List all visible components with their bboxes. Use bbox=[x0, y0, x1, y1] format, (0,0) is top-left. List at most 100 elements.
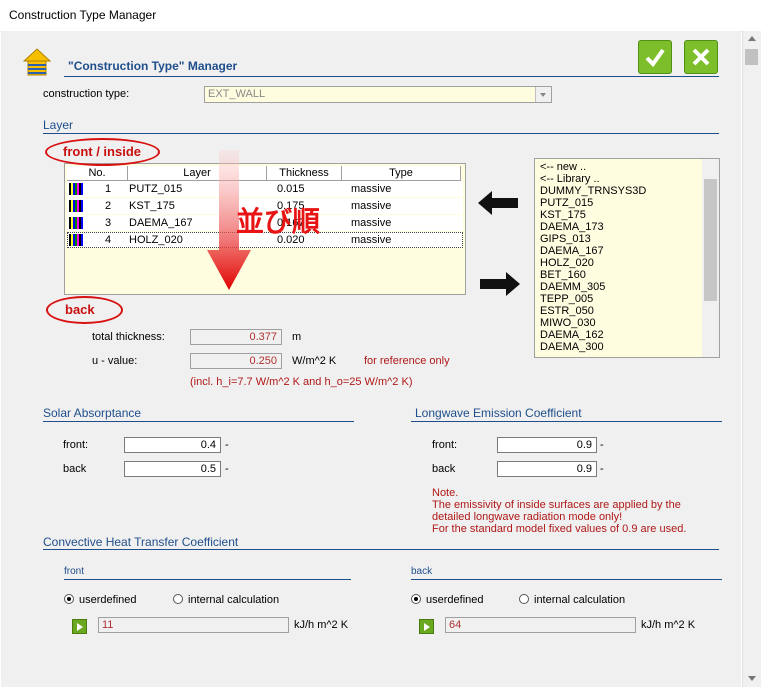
list-item[interactable]: BET_160 bbox=[540, 269, 586, 281]
list-item[interactable]: GIPS_013 bbox=[540, 233, 591, 245]
row-type: massive bbox=[351, 234, 392, 246]
radio-unchecked-icon[interactable] bbox=[519, 594, 529, 604]
convective-back-divider bbox=[411, 579, 722, 580]
header-divider bbox=[64, 76, 719, 77]
layer-color-icon bbox=[69, 183, 83, 195]
row-type: massive bbox=[351, 200, 392, 212]
row-thickness: 0.015 bbox=[277, 183, 305, 195]
list-item[interactable]: DAEMA_162 bbox=[540, 329, 604, 341]
row-type: massive bbox=[351, 183, 392, 195]
radio-checked-icon[interactable] bbox=[411, 594, 421, 604]
layer-color-icon bbox=[69, 200, 83, 212]
front-userdefined-radio[interactable]: userdefined bbox=[64, 594, 137, 607]
dropdown-button[interactable] bbox=[535, 87, 551, 102]
col-header-type[interactable]: Type bbox=[342, 166, 461, 181]
front-internal-calc-radio[interactable]: internal calculation bbox=[173, 594, 279, 607]
layer-color-icon bbox=[69, 217, 83, 229]
construction-type-select[interactable]: EXT_WALL bbox=[204, 86, 552, 103]
solar-divider bbox=[43, 421, 354, 422]
row-no: 2 bbox=[105, 200, 112, 212]
col-header-thickness[interactable]: Thickness bbox=[267, 166, 342, 181]
front-play-button[interactable] bbox=[72, 619, 87, 634]
solar-back-label: back bbox=[63, 463, 87, 475]
list-item[interactable]: ESTR_050 bbox=[540, 305, 594, 317]
convective-back-title: back bbox=[411, 566, 433, 577]
list-item[interactable]: DAEMM_305 bbox=[540, 281, 605, 293]
window-titlebar: Construction Type Manager bbox=[0, 0, 761, 32]
list-item[interactable]: DUMMY_TRNSYS3D bbox=[540, 185, 646, 197]
list-item[interactable]: DAEMA_167 bbox=[540, 245, 604, 257]
u-value-label: u - value: bbox=[92, 355, 138, 367]
longwave-divider bbox=[411, 421, 722, 422]
back-internal-calc-radio[interactable]: internal calculation bbox=[519, 594, 625, 607]
front-coefficient-unit: kJ/h m^2 K bbox=[294, 619, 349, 631]
convective-front-divider bbox=[64, 579, 351, 580]
layer-section-title: Layer bbox=[43, 118, 74, 132]
note-line: Note. bbox=[432, 487, 459, 499]
list-item[interactable]: <-- new .. bbox=[540, 161, 586, 173]
table-row[interactable]: 1 PUTZ_015 0.015 massive bbox=[67, 181, 463, 197]
library-list[interactable]: <-- new .. <-- Library .. DUMMY_TRNSYS3D… bbox=[534, 158, 720, 358]
list-item[interactable]: PUTZ_015 bbox=[540, 197, 593, 209]
library-scroll-thumb[interactable] bbox=[704, 179, 717, 301]
longwave-back-input[interactable]: 0.9 bbox=[497, 461, 597, 477]
row-layer: DAEMA_167 bbox=[129, 217, 193, 229]
radio-label: userdefined bbox=[79, 594, 137, 606]
longwave-section-title: Longwave Emission Coefficient bbox=[415, 406, 582, 420]
row-no: 1 bbox=[105, 183, 112, 195]
radio-label: userdefined bbox=[426, 594, 484, 606]
row-layer: PUTZ_015 bbox=[129, 183, 183, 195]
library-scrollbar[interactable] bbox=[702, 159, 719, 357]
longwave-front-label: front: bbox=[432, 439, 458, 451]
list-item[interactable]: TEPP_005 bbox=[540, 293, 593, 305]
close-icon bbox=[692, 48, 710, 66]
u-value-field: 0.250 bbox=[190, 353, 282, 369]
row-type: massive bbox=[351, 217, 392, 229]
solar-front-input[interactable]: 0.4 bbox=[124, 437, 221, 453]
radio-checked-icon[interactable] bbox=[64, 594, 74, 604]
list-item[interactable]: <-- Library .. bbox=[540, 173, 600, 185]
solar-section-title: Solar Absorptance bbox=[43, 406, 142, 420]
solar-back-input[interactable]: 0.5 bbox=[124, 461, 221, 477]
u-value-unit: W/m^2 K bbox=[292, 355, 337, 367]
front-coefficient-field[interactable]: 11 bbox=[98, 617, 289, 633]
radio-unchecked-icon[interactable] bbox=[173, 594, 183, 604]
col-header-no[interactable]: No. bbox=[67, 166, 128, 181]
row-no: 4 bbox=[105, 234, 112, 246]
list-item[interactable]: HOLZ_020 bbox=[540, 257, 594, 269]
scroll-thumb[interactable] bbox=[745, 49, 758, 65]
solar-front-dash: - bbox=[225, 439, 229, 451]
construction-type-value: EXT_WALL bbox=[208, 88, 266, 100]
note-line: The emissivity of inside surfaces are ap… bbox=[432, 499, 681, 511]
solar-front-label: front: bbox=[63, 439, 89, 451]
radio-label: internal calculation bbox=[534, 594, 626, 606]
ok-button[interactable] bbox=[638, 40, 672, 74]
list-item[interactable]: KST_175 bbox=[540, 209, 586, 221]
total-thickness-label: total thickness: bbox=[92, 331, 165, 343]
chevron-down-icon bbox=[540, 93, 546, 97]
longwave-back-dash: - bbox=[600, 463, 604, 475]
back-userdefined-radio[interactable]: userdefined bbox=[411, 594, 484, 607]
vertical-scrollbar[interactable] bbox=[742, 31, 761, 687]
layer-color-icon bbox=[69, 234, 83, 246]
list-item[interactable]: MIWO_030 bbox=[540, 317, 596, 329]
list-item[interactable]: DAEMA_173 bbox=[540, 221, 604, 233]
remove-layer-arrow-icon[interactable] bbox=[478, 272, 520, 296]
solar-back-dash: - bbox=[225, 463, 229, 475]
incl-note: (incl. h_i=7.7 W/m^2 K and h_o=25 W/m^2 … bbox=[190, 376, 413, 388]
back-play-button[interactable] bbox=[419, 619, 434, 634]
cancel-button[interactable] bbox=[684, 40, 718, 74]
scroll-down-icon[interactable] bbox=[748, 676, 756, 681]
longwave-front-dash: - bbox=[600, 439, 604, 451]
house-icon bbox=[22, 48, 52, 76]
scroll-up-icon[interactable] bbox=[748, 36, 756, 41]
back-coefficient-field[interactable]: 64 bbox=[445, 617, 636, 633]
row-no: 3 bbox=[105, 217, 112, 229]
convective-section-title: Convective Heat Transfer Coefficient bbox=[43, 535, 239, 549]
longwave-back-label: back bbox=[432, 463, 456, 475]
add-layer-arrow-icon[interactable] bbox=[478, 191, 520, 215]
list-item[interactable]: DAEMA_300 bbox=[540, 341, 604, 353]
longwave-front-input[interactable]: 0.9 bbox=[497, 437, 597, 453]
back-label: back bbox=[65, 302, 95, 317]
note-line: detailed longwave radiation mode only! bbox=[432, 511, 623, 523]
